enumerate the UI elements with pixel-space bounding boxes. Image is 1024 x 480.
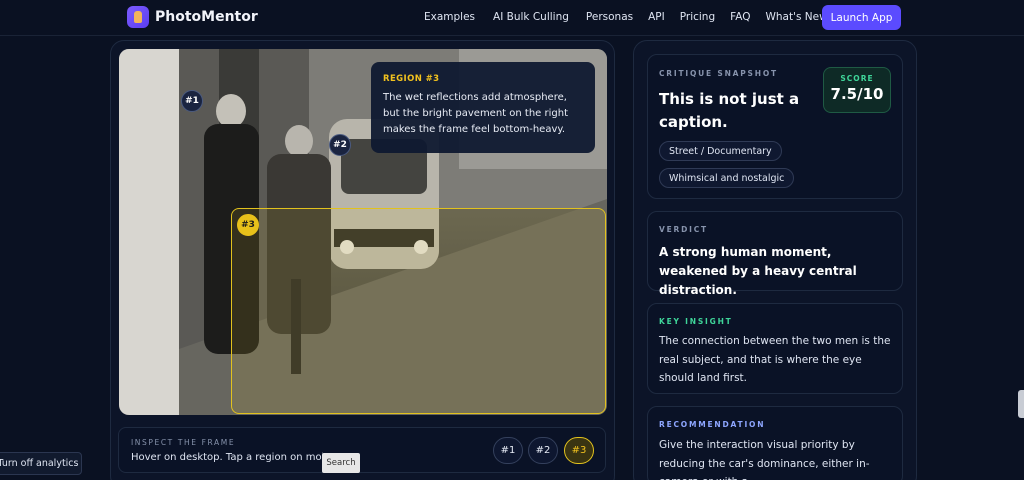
tooltip-text: The wet reflections add atmosphere, but … <box>383 92 568 135</box>
region-tooltip: REGION #3 The wet reflections add atmosp… <box>371 62 595 153</box>
nav-links: Examples AI Bulk Culling Personas API Pr… <box>424 11 828 23</box>
scrollbar-thumb[interactable] <box>1018 390 1024 418</box>
nav-link-pricing[interactable]: Pricing <box>680 11 715 23</box>
snapshot-card: CRITIQUE SNAPSHOT This is not just a cap… <box>647 54 903 199</box>
insight-card: KEY INSIGHT The connection between the t… <box>647 303 903 394</box>
tooltip-title: REGION #3 <box>383 74 440 84</box>
insight-eyebrow: KEY INSIGHT <box>659 317 733 326</box>
nav-link-ai-bulk-culling[interactable]: AI Bulk Culling <box>493 11 569 23</box>
inspect-label: INSPECT THE FRAME <box>131 438 236 447</box>
score-value: 7.5/10 <box>830 85 884 103</box>
search-tooltip: Search <box>322 453 360 473</box>
recommendation-eyebrow: RECOMMENDATION <box>659 420 766 429</box>
nav-link-examples[interactable]: Examples <box>424 11 475 23</box>
snapshot-title: This is not just a caption. <box>659 90 800 131</box>
score-badge: SCORE 7.5/10 <box>823 67 891 113</box>
recommendation-text: Give the interaction visual priority by … <box>659 439 870 480</box>
brand-logo-icon <box>127 6 149 28</box>
nav-link-faq[interactable]: FAQ <box>730 11 750 23</box>
region-pill-2[interactable]: #2 <box>528 437 558 464</box>
insight-text: The connection between the two men is th… <box>659 335 891 384</box>
nav-link-api[interactable]: API <box>648 11 665 23</box>
snapshot-eyebrow: CRITIQUE SNAPSHOT <box>659 69 778 78</box>
region-marker-1[interactable]: #1 <box>181 90 203 112</box>
verdict-card: VERDICT A strong human moment, weakened … <box>647 211 903 297</box>
inspect-hint: Hover on desktop. Tap a region on mobile… <box>131 452 323 463</box>
recommendation-card: RECOMMENDATION Give the interaction visu… <box>647 406 903 480</box>
verdict-eyebrow: VERDICT <box>659 225 708 234</box>
verdict-text: A strong human moment, weakened by a hea… <box>659 245 857 297</box>
region-marker-3[interactable]: #3 <box>237 214 259 236</box>
region-pill-3[interactable]: #3 <box>564 437 594 464</box>
launch-app-button[interactable]: Launch App <box>822 5 901 30</box>
nav-link-personas[interactable]: Personas <box>586 11 633 23</box>
score-label: SCORE <box>840 74 874 83</box>
top-nav: PhotoMentor Examples AI Bulk Culling Per… <box>0 0 1024 36</box>
brand-name: PhotoMentor <box>155 9 258 25</box>
region-pill-1[interactable]: #1 <box>493 437 523 464</box>
brand[interactable]: PhotoMentor <box>127 6 258 28</box>
turn-off-analytics-button[interactable]: Turn off analytics <box>0 452 82 475</box>
genre-tag: Street / Documentary <box>659 141 782 161</box>
region-marker-2[interactable]: #2 <box>329 134 351 156</box>
mood-tag: Whimsical and nostalgic <box>659 168 795 188</box>
region-3-highlight[interactable] <box>231 208 606 414</box>
nav-link-whats-new[interactable]: What's New <box>765 11 827 23</box>
